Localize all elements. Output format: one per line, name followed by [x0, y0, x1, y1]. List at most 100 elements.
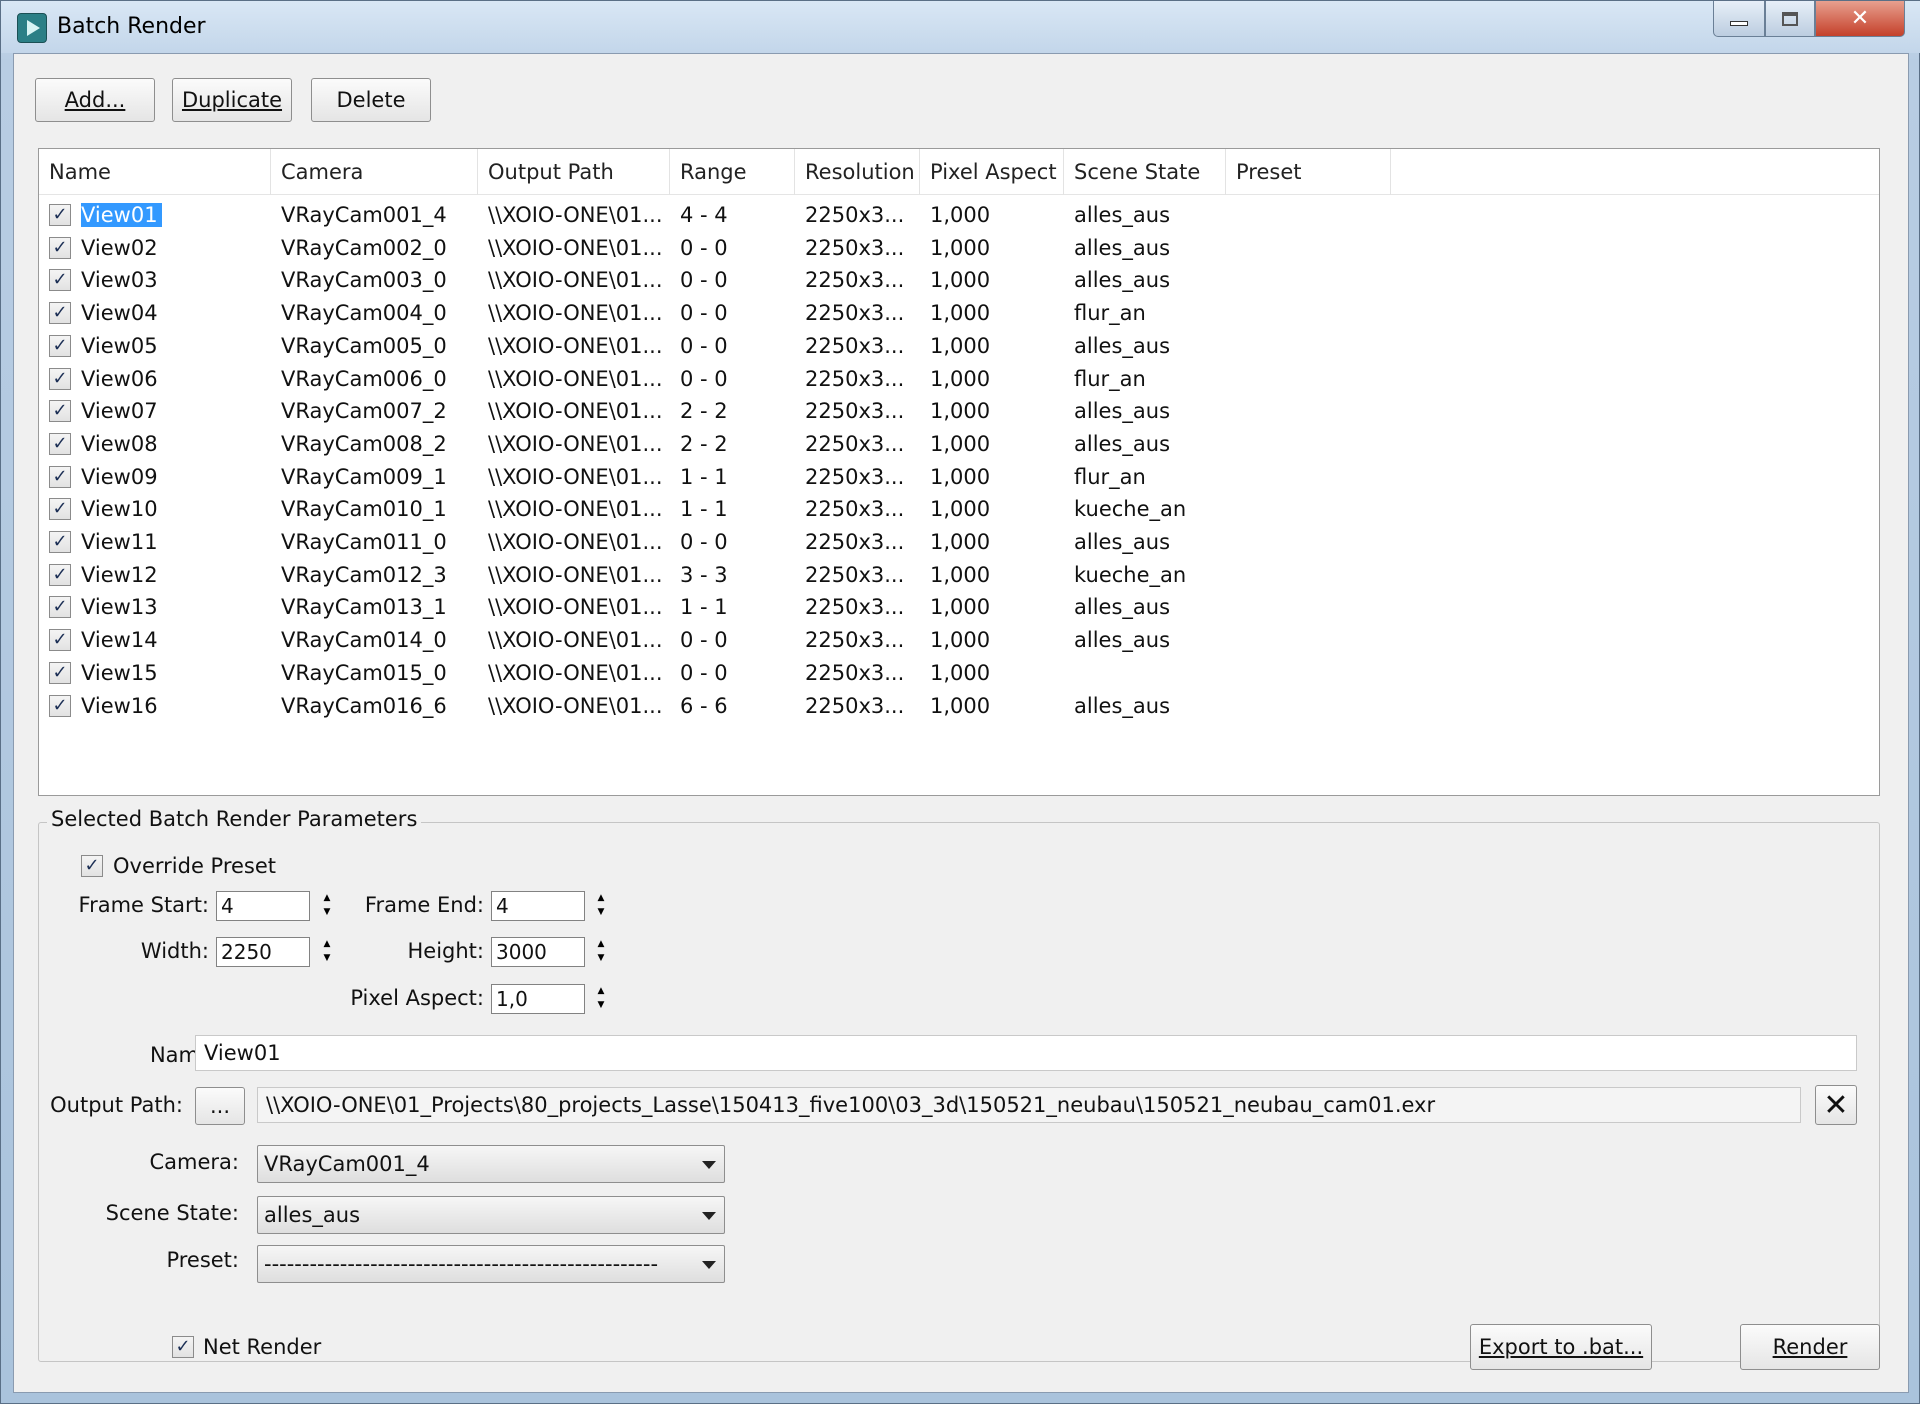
selected-batch-render-parameters: Selected Batch Render Parameters ✓ Overr… — [38, 807, 1880, 1362]
table-row[interactable]: ✓ View03 VRayCam003_0 \\XOIO-ONE\01... 0 - 0… — [39, 264, 1879, 297]
batch-list[interactable]: Name Camera Output Path Range Resolution… — [38, 148, 1880, 796]
table-row[interactable]: ✓ View15 VRayCam015_0 \\XOIO-ONE\01... 0 - 0… — [39, 657, 1879, 690]
title-bar[interactable]: Batch Render ✕ — [1, 1, 1920, 53]
row-checkbox[interactable]: ✓ — [49, 367, 71, 390]
cell-output-path: \\XOIO-ONE\01... — [488, 562, 663, 587]
height-field[interactable]: 3000 — [491, 937, 585, 967]
cell-output-path: \\XOIO-ONE\01... — [488, 399, 663, 424]
cell-resolution: 2250x3... — [805, 431, 905, 456]
table-row[interactable]: ✓ View12 VRayCam012_3 \\XOIO-ONE\01... 3 - 3… — [39, 559, 1879, 592]
table-row[interactable]: ✓ View10 VRayCam010_1 \\XOIO-ONE\01... 1 - 1… — [39, 493, 1879, 526]
pixel-aspect-field[interactable]: 1,0 — [491, 984, 585, 1014]
column-header-output-path[interactable]: Output Path — [478, 149, 670, 195]
pixel-aspect-spinner[interactable]: ▲ ▼ — [592, 984, 610, 1014]
cell-output-path: \\XOIO-ONE\01... — [488, 595, 663, 620]
column-header-resolution[interactable]: Resolution — [795, 149, 920, 195]
column-header-range[interactable]: Range — [670, 149, 795, 195]
column-header-pixel-aspect[interactable]: Pixel Aspect — [920, 149, 1064, 195]
delete-button-label: Delete — [336, 88, 406, 112]
row-checkbox[interactable]: ✓ — [49, 204, 71, 226]
minimize-button[interactable] — [1713, 1, 1765, 37]
delete-button[interactable]: Delete — [311, 78, 431, 122]
duplicate-button[interactable]: Duplicate — [172, 78, 292, 122]
render-button[interactable]: Render — [1740, 1324, 1880, 1370]
table-row[interactable]: ✓ View05 VRayCam005_0 \\XOIO-ONE\01... 0 - 0… — [39, 330, 1879, 363]
cell-camera: VRayCam016_6 — [281, 693, 447, 718]
check-icon: ✓ — [52, 367, 68, 389]
check-icon: ✓ — [52, 531, 68, 552]
column-header-preset[interactable]: Preset — [1226, 149, 1391, 195]
table-row[interactable]: ✓ View11 VRayCam011_0 \\XOIO-ONE\01... 0 - 0… — [39, 526, 1879, 559]
cell-range: 0 - 0 — [680, 366, 728, 391]
cell-range: 0 - 0 — [680, 268, 728, 293]
table-row[interactable]: ✓ View13 VRayCam013_1 \\XOIO-ONE\01... 1 - 1… — [39, 591, 1879, 624]
browse-output-path-button[interactable]: ... — [195, 1087, 245, 1125]
table-row[interactable]: ✓ View16 VRayCam016_6 \\XOIO-ONE\01... 6 - 6… — [39, 690, 1879, 723]
table-row[interactable]: ✓ View07 VRayCam007_2 \\XOIO-ONE\01... 2 - 2… — [39, 395, 1879, 428]
row-name: View08 — [81, 431, 158, 456]
camera-dropdown[interactable]: VRayCam001_4 — [257, 1145, 725, 1183]
row-name: View12 — [81, 562, 158, 587]
row-name: View16 — [81, 693, 158, 718]
frame-start-spinner[interactable]: ▲ ▼ — [318, 891, 336, 921]
row-checkbox[interactable]: ✓ — [49, 465, 71, 488]
cell-camera: VRayCam004_0 — [281, 301, 447, 326]
row-checkbox[interactable]: ✓ — [49, 596, 71, 619]
row-checkbox[interactable]: ✓ — [49, 400, 71, 423]
column-header-camera[interactable]: Camera — [271, 149, 478, 195]
row-name: View03 — [81, 268, 158, 293]
column-header-scene-state[interactable]: Scene State — [1064, 149, 1226, 195]
row-checkbox[interactable]: ✓ — [49, 629, 71, 652]
cell-camera: VRayCam007_2 — [281, 399, 447, 424]
column-header-name[interactable]: Name — [39, 149, 271, 195]
table-row[interactable]: ✓ View01 VRayCam001_4 \\XOIO-ONE\01... 4 - 4… — [39, 199, 1879, 232]
cell-range: 0 - 0 — [680, 530, 728, 554]
cell-pixel-aspect: 1,000 — [930, 464, 991, 489]
cell-output-path: \\XOIO-ONE\01... — [488, 333, 663, 358]
maximize-button[interactable] — [1765, 1, 1815, 37]
table-row[interactable]: ✓ View02 VRayCam002_0 \\XOIO-ONE\01... 0 - 0… — [39, 232, 1879, 265]
net-render-checkbox[interactable]: ✓ — [172, 1336, 194, 1358]
row-checkbox[interactable]: ✓ — [49, 661, 71, 684]
check-icon: ✓ — [52, 596, 68, 618]
export-to-bat-button[interactable]: Export to .bat... — [1470, 1324, 1652, 1370]
row-checkbox[interactable]: ✓ — [49, 302, 71, 325]
override-preset-checkbox[interactable]: ✓ — [81, 855, 103, 877]
row-checkbox[interactable]: ✓ — [49, 694, 71, 717]
row-checkbox[interactable]: ✓ — [49, 269, 71, 292]
frame-end-field[interactable]: 4 — [491, 891, 585, 921]
table-row[interactable]: ✓ View04 VRayCam004_0 \\XOIO-ONE\01... 0 - 0… — [39, 297, 1879, 330]
name-field[interactable]: View01 — [195, 1035, 1857, 1071]
scene-state-dropdown[interactable]: alles_aus — [257, 1196, 725, 1234]
row-checkbox[interactable]: ✓ — [49, 531, 71, 553]
row-checkbox[interactable]: ✓ — [49, 432, 71, 455]
browse-label: ... — [209, 1094, 231, 1118]
row-checkbox[interactable]: ✓ — [49, 236, 71, 259]
cell-resolution: 2250x3... — [805, 660, 905, 685]
preset-dropdown[interactable]: ----------------------------------------… — [257, 1245, 725, 1283]
width-spinner[interactable]: ▲ ▼ — [318, 937, 336, 967]
cell-scene-state: flur_an — [1074, 301, 1146, 326]
height-spinner[interactable]: ▲ ▼ — [592, 937, 610, 967]
width-field[interactable]: 2250 — [216, 937, 310, 967]
window-title: Batch Render — [57, 14, 206, 39]
render-button-label: Render — [1772, 1335, 1848, 1359]
cell-scene-state: alles_aus — [1074, 235, 1171, 260]
close-button[interactable]: ✕ — [1815, 1, 1905, 37]
list-header: Name Camera Output Path Range Resolution… — [39, 149, 1879, 195]
row-checkbox[interactable]: ✓ — [49, 334, 71, 357]
output-path-field[interactable]: \\XOIO-ONE\01_Projects\80_projects_Lasse… — [257, 1087, 1801, 1123]
table-row[interactable]: ✓ View06 VRayCam006_0 \\XOIO-ONE\01... 0 - 0… — [39, 363, 1879, 396]
table-row[interactable]: ✓ View09 VRayCam009_1 \\XOIO-ONE\01... 1 - 1… — [39, 461, 1879, 494]
add-button[interactable]: Add... — [35, 78, 155, 122]
clear-output-path-button[interactable]: ✕ — [1815, 1085, 1857, 1125]
row-checkbox[interactable]: ✓ — [49, 498, 71, 521]
row-checkbox[interactable]: ✓ — [49, 563, 71, 586]
frame-end-spinner[interactable]: ▲ ▼ — [592, 891, 610, 921]
cell-output-path: \\XOIO-ONE\01... — [488, 497, 663, 522]
table-row[interactable]: ✓ View14 VRayCam014_0 \\XOIO-ONE\01... 0 - 0… — [39, 624, 1879, 657]
cell-resolution: 2250x3... — [805, 693, 905, 718]
table-row[interactable]: ✓ View08 VRayCam008_2 \\XOIO-ONE\01... 2 - 2… — [39, 428, 1879, 461]
check-icon: ✓ — [52, 334, 68, 356]
frame-start-field[interactable]: 4 — [216, 891, 310, 921]
